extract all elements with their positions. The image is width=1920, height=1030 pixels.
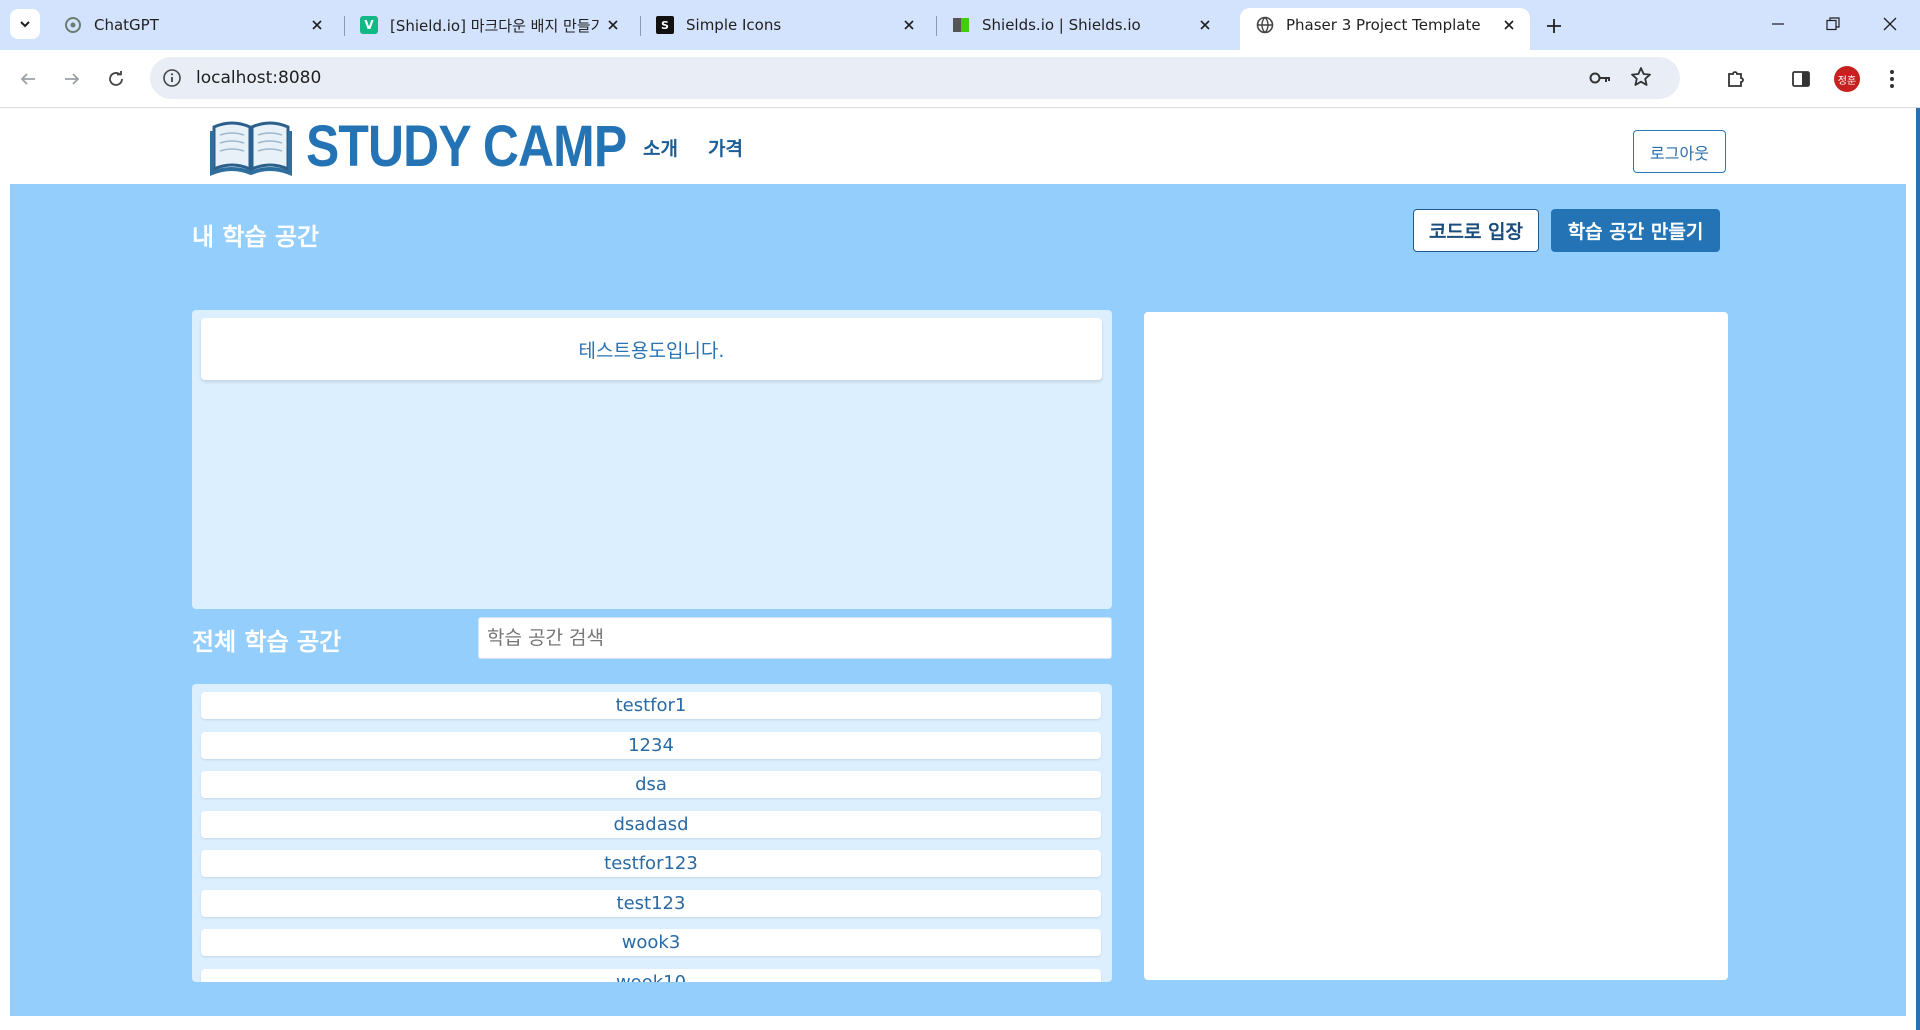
- all-spaces-panel[interactable]: testfor1 1234 dsa dsadasd testfor123 tes…: [192, 684, 1112, 982]
- new-tab-button[interactable]: [1540, 12, 1568, 40]
- arrow-right-icon: [65, 73, 80, 85]
- tab-shield-velog[interactable]: V [Shield.io] 마크다운 배지 만들기: [344, 8, 634, 42]
- tab-search-button[interactable]: [10, 9, 40, 39]
- close-icon: [1883, 17, 1897, 31]
- detail-panel: [1144, 312, 1728, 980]
- my-spaces-panel: 테스트용도입니다.: [192, 310, 1112, 609]
- logo-text: STUDY CAMP: [306, 114, 627, 179]
- my-spaces-title: 내 학습 공간: [192, 223, 320, 251]
- avatar: 정훈: [1834, 66, 1860, 92]
- page-content: STUDY CAMP 소개 가격 로그아웃 내 학습 공간 코드로 입장 학습 …: [0, 108, 1920, 1030]
- shields-icon: [952, 16, 970, 34]
- reload-button[interactable]: [100, 63, 132, 95]
- close-icon[interactable]: [304, 12, 330, 38]
- velog-icon: V: [360, 16, 378, 34]
- url-text: localhost:8080: [196, 68, 322, 88]
- reload-icon: [109, 71, 123, 86]
- browser-menu-button[interactable]: [1876, 63, 1908, 95]
- space-search-input[interactable]: [478, 617, 1112, 659]
- puzzle-icon: [1728, 71, 1744, 87]
- globe-icon: [1256, 16, 1274, 34]
- tab-title: Simple Icons: [686, 16, 782, 34]
- tab-simple-icons[interactable]: S Simple Icons: [640, 8, 930, 42]
- password-key-icon[interactable]: [1588, 67, 1612, 93]
- list-item[interactable]: test123: [201, 889, 1101, 917]
- bookmark-star-icon[interactable]: [1630, 66, 1652, 92]
- tab-title: [Shield.io] 마크다운 배지 만들기: [390, 16, 600, 35]
- address-bar[interactable]: localhost:8080: [150, 57, 1680, 99]
- more-vertical-icon: [1890, 70, 1894, 88]
- browser-tabstrip: ChatGPT V [Shield.io] 마크다운 배지 만들기 S Simp…: [0, 0, 1920, 50]
- list-item[interactable]: wook10: [201, 968, 1101, 982]
- all-spaces-list: testfor1 1234 dsa dsadasd testfor123 tes…: [201, 692, 1101, 982]
- close-window-button[interactable]: [1870, 8, 1910, 40]
- browser-toolbar: localhost:8080 정훈: [0, 50, 1920, 108]
- tab-title: Shields.io | Shields.io: [982, 16, 1141, 34]
- list-item[interactable]: testfor123: [201, 850, 1101, 877]
- enter-by-code-button[interactable]: 코드로 입장: [1413, 209, 1539, 252]
- list-item[interactable]: 1234: [201, 731, 1101, 759]
- plus-icon: [1547, 19, 1561, 33]
- site-header: STUDY CAMP 소개 가격 로그아웃: [0, 108, 1920, 184]
- list-item[interactable]: dsa: [201, 771, 1101, 798]
- logout-button[interactable]: 로그아웃: [1633, 130, 1726, 173]
- forward-button[interactable]: [56, 63, 88, 95]
- extensions-button[interactable]: [1720, 63, 1752, 95]
- my-space-card[interactable]: 테스트용도입니다.: [201, 318, 1102, 380]
- site-logo[interactable]: STUDY CAMP: [210, 116, 678, 178]
- chatgpt-icon: [64, 16, 82, 34]
- nav-about[interactable]: 소개: [643, 134, 678, 161]
- tab-phaser-template[interactable]: Phaser 3 Project Template: [1240, 8, 1530, 50]
- back-button[interactable]: [12, 63, 44, 95]
- tab-title: Phaser 3 Project Template: [1286, 16, 1481, 34]
- minimize-icon: [1772, 23, 1784, 25]
- close-icon[interactable]: [1192, 12, 1218, 38]
- site-info-icon[interactable]: [162, 68, 182, 88]
- simple-icons-icon: S: [656, 16, 674, 34]
- close-icon[interactable]: [896, 12, 922, 38]
- close-icon[interactable]: [600, 12, 626, 38]
- side-panel-button[interactable]: [1785, 63, 1817, 95]
- minimize-button[interactable]: [1758, 8, 1798, 40]
- window-edge: [1916, 108, 1920, 1030]
- profile-button[interactable]: 정훈: [1831, 63, 1863, 95]
- chevron-down-icon: [20, 21, 30, 28]
- book-icon: [210, 121, 292, 176]
- arrow-left-icon: [20, 73, 35, 85]
- close-icon[interactable]: [1496, 12, 1522, 38]
- tab-title: ChatGPT: [94, 16, 159, 34]
- list-item[interactable]: testfor1: [201, 692, 1101, 719]
- restore-button[interactable]: [1813, 8, 1853, 40]
- nav-pricing[interactable]: 가격: [708, 134, 743, 161]
- side-panel-icon: [1792, 71, 1810, 87]
- list-item[interactable]: dsadasd: [201, 810, 1101, 838]
- tab-chatgpt[interactable]: ChatGPT: [48, 8, 338, 42]
- create-space-button[interactable]: 학습 공간 만들기: [1551, 209, 1720, 252]
- study-dashboard: 내 학습 공간 코드로 입장 학습 공간 만들기 테스트용도입니다. 전체 학습…: [10, 184, 1906, 1016]
- tab-shields-io[interactable]: Shields.io | Shields.io: [936, 8, 1226, 42]
- restore-icon: [1826, 17, 1840, 31]
- all-spaces-title: 전체 학습 공간: [192, 628, 342, 656]
- list-item[interactable]: wook3: [201, 929, 1101, 956]
